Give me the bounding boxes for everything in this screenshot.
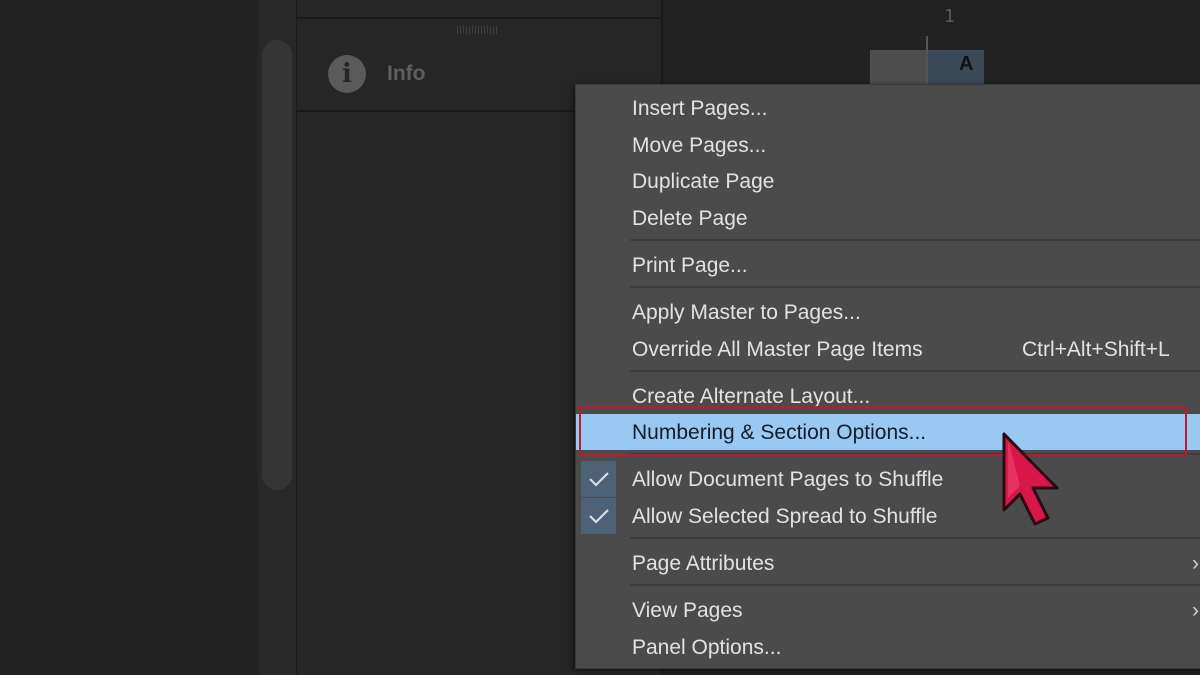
menu-item-label: Print Page... [632, 254, 748, 277]
page-thumbnail-left[interactable] [870, 50, 926, 86]
menu-item-label: Duplicate Page [632, 170, 775, 193]
menu-item-shortcut: Ctrl+Alt+Shift+L [1022, 338, 1170, 361]
info-icon: i [328, 55, 366, 93]
page-thumbnail-right[interactable] [928, 50, 984, 86]
scrollbar-thumb[interactable] [262, 40, 292, 490]
menu-item-label: Delete Page [632, 207, 748, 230]
menu-item-apply-master[interactable]: Apply Master to Pages... [576, 294, 1200, 330]
panel-header [297, 0, 661, 19]
menu-separator [630, 286, 1200, 288]
menu-separator [630, 370, 1200, 372]
menu-separator [630, 239, 1200, 241]
menu-item-label: Allow Selected Spread to Shuffle [632, 505, 938, 528]
checkmark-icon [581, 498, 616, 534]
menu-item-label: Allow Document Pages to Shuffle [632, 468, 944, 491]
chevron-right-icon: › [1192, 599, 1199, 622]
page-number-label: 1 [944, 6, 955, 27]
menu-item-label: Page Attributes [632, 552, 775, 575]
menu-separator [630, 584, 1200, 586]
annotation-highlight-frame [579, 406, 1187, 456]
menu-item-view-pages[interactable]: View Pages › [576, 592, 1200, 628]
menu-item-label: Panel Options... [632, 636, 782, 659]
menu-item-label: Move Pages... [632, 134, 767, 157]
resize-grip-handle[interactable] [457, 26, 499, 34]
info-panel-label: Info [387, 62, 426, 85]
menu-item-allow-document-pages-shuffle[interactable]: Allow Document Pages to Shuffle [576, 461, 1200, 497]
menu-item-move-pages[interactable]: Move Pages... [576, 127, 1200, 163]
menu-item-label: Insert Pages... [632, 97, 768, 120]
menu-item-duplicate-page[interactable]: Duplicate Page [576, 163, 1200, 199]
menu-separator [630, 537, 1200, 539]
menu-item-override-master-items[interactable]: Override All Master Page Items Ctrl+Alt+… [576, 331, 1200, 367]
workspace-background [0, 0, 258, 675]
checkmark-icon [581, 461, 616, 497]
menu-item-delete-page[interactable]: Delete Page [576, 200, 1200, 236]
menu-item-panel-options[interactable]: Panel Options... [576, 629, 1200, 665]
pointer-cursor-icon [1002, 432, 1059, 526]
master-prefix-label: A [959, 53, 974, 75]
menu-item-label: Override All Master Page Items [632, 338, 923, 361]
menu-item-label: View Pages [632, 599, 743, 622]
menu-item-page-attributes[interactable]: Page Attributes › [576, 545, 1200, 581]
pages-context-menu: Insert Pages... Move Pages... Duplicate … [575, 84, 1200, 669]
menu-item-print-page[interactable]: Print Page... [576, 247, 1200, 283]
menu-item-allow-selected-spread-shuffle[interactable]: Allow Selected Spread to Shuffle [576, 498, 1200, 534]
menu-item-insert-pages[interactable]: Insert Pages... [576, 90, 1200, 126]
chevron-right-icon: › [1192, 552, 1199, 575]
menu-item-label: Apply Master to Pages... [632, 301, 861, 324]
